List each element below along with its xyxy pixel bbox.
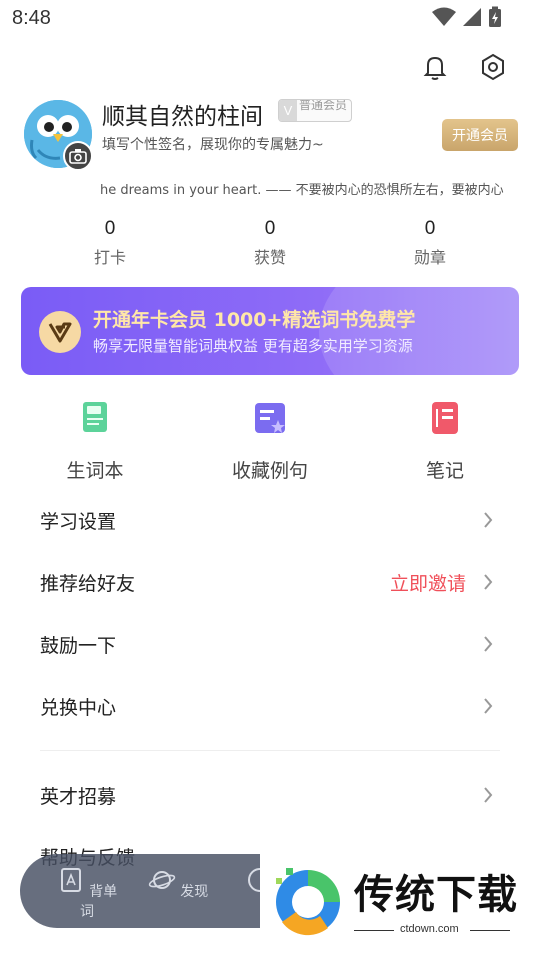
- chevron-right-icon: [484, 636, 493, 652]
- settings-icon[interactable]: [478, 52, 508, 82]
- open-vip-button[interactable]: 开通会员: [442, 119, 518, 151]
- level-badge-text: 普通会员: [299, 100, 347, 112]
- menu-divider: [40, 750, 500, 751]
- planet-icon: [148, 871, 175, 889]
- chevron-right-icon: [484, 574, 493, 590]
- menu-item-label: 兑换中心: [40, 696, 117, 719]
- menu-item-label: 鼓励一下: [40, 634, 117, 657]
- stat-label: 勋章: [413, 248, 446, 267]
- menu-item-recruitment[interactable]: 英才招募: [40, 775, 500, 815]
- stat-value: 0: [264, 218, 276, 239]
- invite-now-link[interactable]: 立即邀请: [390, 569, 466, 596]
- nav-tab-discover[interactable]: 发现: [143, 866, 213, 901]
- watermark-rule-left: [354, 930, 394, 931]
- banner-title: 开通年卡会员 1000+精选词书免费学: [93, 309, 416, 331]
- tile-label: 收藏例句: [231, 460, 308, 482]
- top-actions: [420, 52, 508, 82]
- chevron-right-icon: [484, 787, 493, 803]
- watermark-logo-icon: [276, 868, 340, 936]
- level-badge: V 普通会员: [278, 99, 352, 122]
- status-bar: 8:48: [0, 0, 540, 36]
- tile-favorite-sentences[interactable]: 收藏例句: [210, 398, 330, 483]
- tile-notes[interactable]: 笔记: [385, 398, 505, 483]
- menu-item-study-settings[interactable]: 学习设置: [40, 500, 500, 540]
- notebook-icon: [432, 402, 458, 434]
- vip-logo-icon: [39, 311, 81, 353]
- chevron-right-icon: [484, 512, 493, 528]
- menu-item-label: 英才招募: [40, 785, 117, 808]
- vocab-book-icon: [83, 402, 107, 432]
- stat-label: 打卡: [93, 248, 126, 267]
- chevron-right-icon: [484, 698, 493, 714]
- username: 顺其自然的柱间: [102, 104, 263, 130]
- watermark-url: ctdown.com: [400, 923, 459, 935]
- tile-vocab-book[interactable]: 生词本: [35, 398, 155, 483]
- flashcard-icon: [60, 868, 81, 892]
- wifi-icon: [432, 7, 456, 26]
- vip-promo-banner[interactable]: 开通年卡会员 1000+精选词书免费学 畅享无限量智能词典权益 更有超多实用学习…: [21, 287, 519, 375]
- nav-label: 发现: [180, 884, 209, 900]
- daily-quote: he dreams in your heart. —— 不要被内心的恐惧所左右，…: [100, 183, 504, 198]
- nav-label: 背单词: [80, 884, 118, 920]
- tile-label: 笔记: [425, 460, 464, 482]
- menu-item-redeem-center[interactable]: 兑换中心: [40, 686, 500, 726]
- watermark-rule-right: [470, 930, 510, 931]
- nav-tab-vocab[interactable]: 背单词: [52, 866, 122, 921]
- stat-medals[interactable]: 0 勋章: [350, 218, 510, 268]
- quick-tiles: 生词本 收藏例句 笔记: [0, 398, 540, 482]
- battery-charging-icon: [489, 6, 501, 27]
- menu-item-encourage[interactable]: 鼓励一下: [40, 624, 500, 664]
- change-avatar-button[interactable]: [63, 141, 93, 171]
- favorite-sentences-icon: [255, 403, 285, 433]
- signature[interactable]: 填写个性签名，展现你的专属魅力~: [102, 134, 324, 154]
- stat-value: 0: [104, 218, 116, 239]
- cellular-signal-icon: [463, 8, 481, 26]
- tile-label: 生词本: [66, 460, 124, 482]
- watermark: 传统下载 ctdown.com: [260, 840, 540, 960]
- stat-value: 0: [424, 218, 436, 239]
- banner-subtitle: 畅享无限量智能词典权益 更有超多实用学习资源: [93, 337, 413, 355]
- status-icons: [432, 6, 502, 28]
- menu-item-recommend[interactable]: 推荐给好友 立即邀请: [40, 562, 500, 602]
- stat-likes[interactable]: 0 获赞: [190, 218, 350, 268]
- stat-checkin[interactable]: 0 打卡: [30, 218, 190, 268]
- stats-row: 0 打卡 0 获赞 0 勋章: [30, 218, 510, 268]
- watermark-text: 传统下载: [354, 872, 518, 918]
- bell-icon[interactable]: [420, 52, 450, 82]
- status-time: 8:48: [12, 7, 51, 29]
- level-badge-letter: V: [279, 100, 297, 121]
- menu-item-label: 学习设置: [40, 510, 117, 533]
- menu-item-label: 推荐给好友: [40, 572, 136, 595]
- camera-icon: [69, 149, 87, 164]
- stat-label: 获赞: [253, 248, 286, 267]
